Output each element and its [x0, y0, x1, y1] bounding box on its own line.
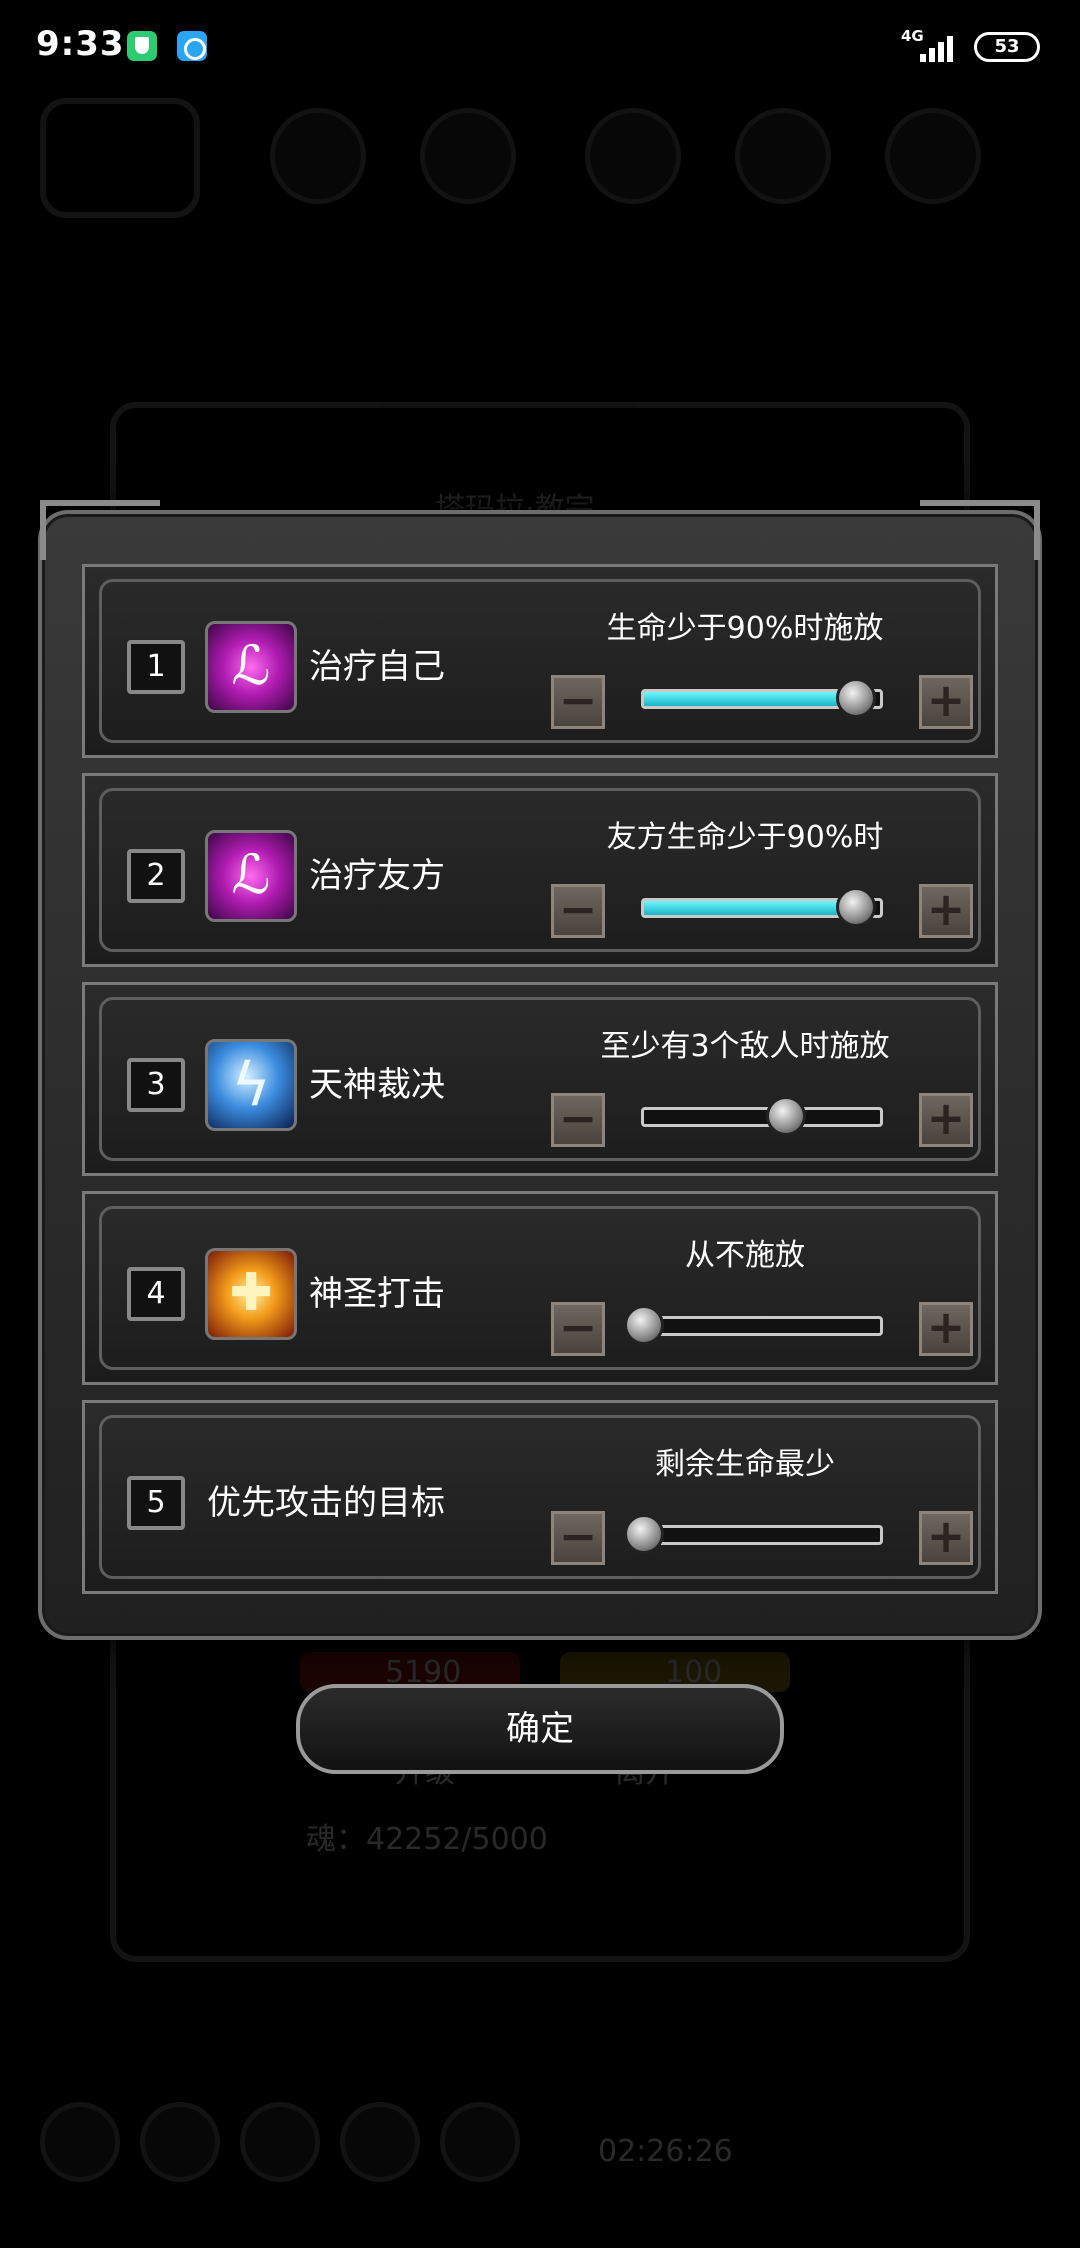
background-soul-text: 魂：42252/5000	[306, 1822, 548, 1857]
dialog-corner-ornament	[920, 500, 1040, 560]
slider-knob[interactable]	[765, 1096, 806, 1136]
clock: 9:33	[36, 24, 125, 64]
target-priority-slider[interactable]	[624, 1514, 883, 1554]
background-portrait-frame	[40, 98, 200, 218]
slider-knob[interactable]	[624, 1305, 664, 1345]
increase-button[interactable]: +	[919, 884, 973, 938]
cast-threshold-slider[interactable]	[624, 1305, 883, 1345]
increase-button[interactable]: +	[919, 1511, 973, 1565]
skill-name: 神圣打击	[309, 1274, 445, 1314]
increase-button[interactable]: +	[919, 675, 973, 729]
decrease-button[interactable]: −	[551, 1511, 605, 1565]
target-condition-label: 剩余生命最少	[655, 1447, 835, 1482]
skill-name: 天神裁决	[309, 1065, 445, 1105]
skill-row-5: 5 优先攻击的目标 剩余生命最少 − +	[82, 1400, 998, 1594]
skill-name: 治疗自己	[309, 647, 445, 687]
background-slot-icon	[420, 108, 516, 204]
skill-row-3: 3 天神裁决 至少有3个敌人时施放 − +	[82, 982, 998, 1176]
decrease-button[interactable]: −	[551, 884, 605, 938]
skill-row-4: 4 神圣打击 从不施放 − +	[82, 1191, 998, 1385]
cast-condition-label: 至少有3个敌人时施放	[600, 1029, 890, 1064]
slider-knob[interactable]	[624, 1514, 664, 1554]
battery-indicator: 53	[974, 32, 1040, 62]
cast-threshold-slider[interactable]	[641, 1096, 883, 1136]
divine-judgment-skill-icon	[205, 1039, 297, 1131]
signal-icon	[920, 34, 960, 62]
skill-priority-number: 2	[127, 849, 185, 903]
decrease-button[interactable]: −	[551, 1093, 605, 1147]
dialog-corner-ornament	[40, 500, 160, 560]
increase-button[interactable]: +	[919, 1093, 973, 1147]
cast-threshold-slider[interactable]	[641, 887, 883, 927]
chat-app-icon	[177, 31, 207, 61]
target-priority-label: 优先攻击的目标	[207, 1483, 445, 1523]
background-bottom-icon	[440, 2102, 520, 2182]
background-slot-icon	[585, 108, 681, 204]
skill-priority-number: 4	[127, 1267, 185, 1321]
increase-button[interactable]: +	[919, 1302, 973, 1356]
shield-app-icon	[127, 31, 157, 61]
background-bottom-icon	[40, 2102, 120, 2182]
cast-condition-label: 从不施放	[685, 1238, 805, 1273]
slider-knob[interactable]	[836, 887, 877, 927]
background-bottom-icon	[240, 2102, 320, 2182]
status-bar: 9:33 4G 53	[0, 0, 1080, 92]
slider-fill	[644, 901, 857, 915]
cast-condition-label: 友方生命少于90%时	[606, 820, 884, 855]
background-timer: 02:26:26	[598, 2134, 733, 2169]
skill-priority-number: 1	[127, 640, 185, 694]
skill-row-2: 2 治疗友方 友方生命少于90%时 − +	[82, 773, 998, 967]
heal-self-skill-icon	[205, 621, 297, 713]
cast-threshold-slider[interactable]	[641, 678, 883, 718]
skill-priority-number: 3	[127, 1058, 185, 1112]
background-bottom-icon	[140, 2102, 220, 2182]
slider-knob[interactable]	[836, 678, 877, 718]
decrease-button[interactable]: −	[551, 675, 605, 729]
cast-condition-label: 生命少于90%时施放	[606, 611, 884, 646]
background-slot-icon	[735, 108, 831, 204]
skill-priority-number: 5	[127, 1476, 185, 1530]
confirm-button[interactable]: 确定	[296, 1684, 784, 1774]
skill-name: 治疗友方	[309, 856, 445, 896]
skill-row-1: 1 治疗自己 生命少于90%时施放 − +	[82, 564, 998, 758]
heal-ally-skill-icon	[205, 830, 297, 922]
background-slot-icon	[270, 108, 366, 204]
holy-strike-skill-icon	[205, 1248, 297, 1340]
decrease-button[interactable]: −	[551, 1302, 605, 1356]
background-bottom-icon	[340, 2102, 420, 2182]
slider-fill	[644, 692, 857, 706]
background-slot-icon	[885, 108, 981, 204]
